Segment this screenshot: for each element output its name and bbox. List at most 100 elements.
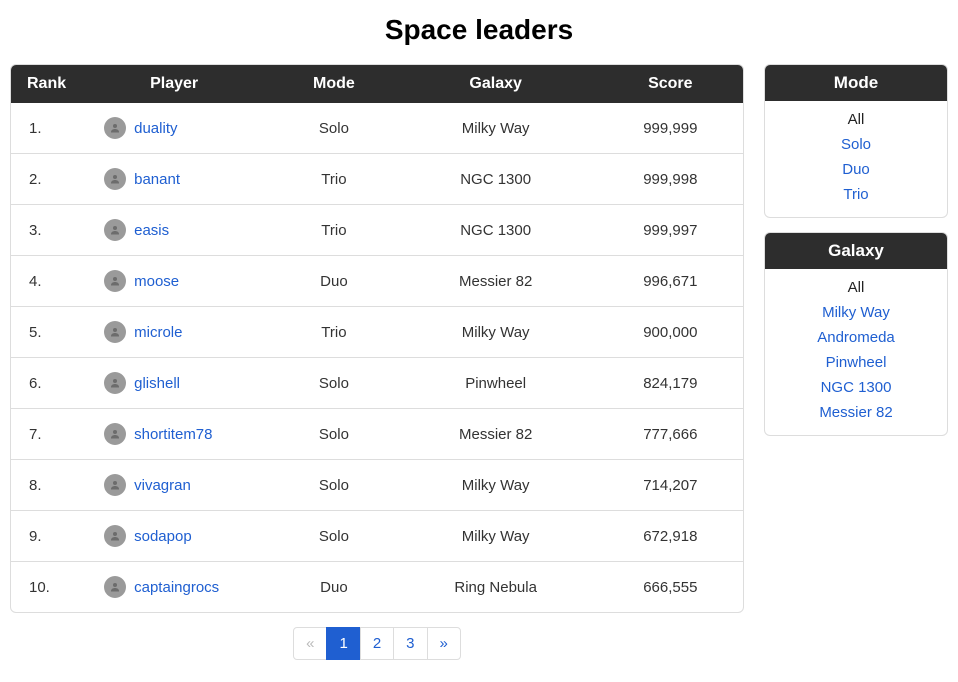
table-row: 8. vivagran SoloMilky Way714,207 xyxy=(11,460,743,511)
rank-cell: 5. xyxy=(11,307,74,358)
score-cell: 900,000 xyxy=(598,307,743,358)
player-link[interactable]: banant xyxy=(134,171,180,188)
rank-cell: 3. xyxy=(11,205,74,256)
rank-cell: 8. xyxy=(11,460,74,511)
galaxy-cell: Messier 82 xyxy=(394,409,598,460)
col-player: Player xyxy=(74,65,274,103)
avatar-icon xyxy=(104,423,126,445)
filter-galaxy-item[interactable]: Messier 82 xyxy=(765,400,947,425)
avatar-icon xyxy=(104,372,126,394)
rank-cell: 6. xyxy=(11,358,74,409)
player-cell: microle xyxy=(74,307,274,358)
player-cell: moose xyxy=(74,256,274,307)
avatar-icon xyxy=(104,117,126,139)
player-link[interactable]: vivagran xyxy=(134,477,191,494)
filter-mode-item[interactable]: All xyxy=(765,107,947,132)
avatar-icon xyxy=(104,321,126,343)
col-rank: Rank xyxy=(11,65,74,103)
table-row: 4. moose DuoMessier 82996,671 xyxy=(11,256,743,307)
avatar-icon xyxy=(104,219,126,241)
player-cell: easis xyxy=(74,205,274,256)
player-link[interactable]: microle xyxy=(134,324,182,341)
pager-next[interactable]: » xyxy=(427,627,461,660)
col-galaxy: Galaxy xyxy=(394,65,598,103)
pagination: «123» xyxy=(10,627,744,660)
galaxy-cell: NGC 1300 xyxy=(394,154,598,205)
table-row: 1. duality SoloMilky Way999,999 xyxy=(11,103,743,154)
score-cell: 996,671 xyxy=(598,256,743,307)
score-cell: 999,999 xyxy=(598,103,743,154)
score-cell: 714,207 xyxy=(598,460,743,511)
table-row: 9.sodapopSoloMilky Way672,918 xyxy=(11,511,743,562)
rank-cell: 2. xyxy=(11,154,74,205)
galaxy-cell: Milky Way xyxy=(394,460,598,511)
mode-cell: Solo xyxy=(274,460,394,511)
mode-cell: Duo xyxy=(274,562,394,613)
table-row: 5. microle TrioMilky Way900,000 xyxy=(11,307,743,358)
avatar-icon xyxy=(104,576,126,598)
galaxy-cell: Milky Way xyxy=(394,511,598,562)
player-cell: duality xyxy=(74,103,274,154)
player-link[interactable]: shortitem78 xyxy=(134,426,212,443)
mode-cell: Solo xyxy=(274,511,394,562)
galaxy-cell: Milky Way xyxy=(394,307,598,358)
player-cell: captaingrocs xyxy=(74,562,274,613)
table-row: 7.shortitem78SoloMessier 82777,666 xyxy=(11,409,743,460)
pager-prev[interactable]: « xyxy=(293,627,327,660)
player-link[interactable]: easis xyxy=(134,222,169,239)
table-row: 6.glishellSoloPinwheel824,179 xyxy=(11,358,743,409)
mode-cell: Solo xyxy=(274,103,394,154)
filter-mode-item[interactable]: Solo xyxy=(765,132,947,157)
pager-page[interactable]: 3 xyxy=(393,627,427,660)
score-cell: 666,555 xyxy=(598,562,743,613)
mode-cell: Trio xyxy=(274,205,394,256)
score-cell: 777,666 xyxy=(598,409,743,460)
pager-page[interactable]: 1 xyxy=(326,627,360,660)
avatar-icon xyxy=(104,168,126,190)
page-title: Space leaders xyxy=(10,14,948,46)
player-link[interactable]: captaingrocs xyxy=(134,579,219,596)
filter-galaxy-item[interactable]: Pinwheel xyxy=(765,350,947,375)
filter-galaxy-item[interactable]: All xyxy=(765,275,947,300)
rank-cell: 1. xyxy=(11,103,74,154)
table-row: 10. captaingrocs DuoRing Nebula666,555 xyxy=(11,562,743,613)
avatar-icon xyxy=(104,474,126,496)
score-cell: 824,179 xyxy=(598,358,743,409)
filter-mode-title: Mode xyxy=(765,65,947,101)
galaxy-cell: Milky Way xyxy=(394,103,598,154)
filter-mode-item[interactable]: Trio xyxy=(765,182,947,207)
filter-galaxy-title: Galaxy xyxy=(765,233,947,269)
mode-cell: Duo xyxy=(274,256,394,307)
score-cell: 672,918 xyxy=(598,511,743,562)
filter-galaxy-item[interactable]: Milky Way xyxy=(765,300,947,325)
pager-page[interactable]: 2 xyxy=(360,627,394,660)
player-link[interactable]: duality xyxy=(134,120,177,137)
table-row: 2.banantTrioNGC 1300999,998 xyxy=(11,154,743,205)
player-cell: shortitem78 xyxy=(74,409,274,460)
player-link[interactable]: glishell xyxy=(134,375,180,392)
filter-galaxy-item[interactable]: Andromeda xyxy=(765,325,947,350)
filter-galaxy-panel: Galaxy AllMilky WayAndromedaPinwheelNGC … xyxy=(764,232,948,436)
galaxy-cell: Pinwheel xyxy=(394,358,598,409)
score-cell: 999,998 xyxy=(598,154,743,205)
player-cell: banant xyxy=(74,154,274,205)
col-mode: Mode xyxy=(274,65,394,103)
rank-cell: 4. xyxy=(11,256,74,307)
score-cell: 999,997 xyxy=(598,205,743,256)
leaderboard-panel: Rank Player Mode Galaxy Score 1. duality S… xyxy=(10,64,744,613)
col-score: Score xyxy=(598,65,743,103)
player-link[interactable]: moose xyxy=(134,273,179,290)
player-cell: sodapop xyxy=(74,511,274,562)
filter-mode-item[interactable]: Duo xyxy=(765,157,947,182)
player-cell: vivagran xyxy=(74,460,274,511)
galaxy-cell: Ring Nebula xyxy=(394,562,598,613)
player-cell: glishell xyxy=(74,358,274,409)
filter-galaxy-item[interactable]: NGC 1300 xyxy=(765,375,947,400)
mode-cell: Trio xyxy=(274,307,394,358)
galaxy-cell: Messier 82 xyxy=(394,256,598,307)
player-link[interactable]: sodapop xyxy=(134,528,192,545)
rank-cell: 10. xyxy=(11,562,74,613)
leaderboard-table: Rank Player Mode Galaxy Score 1. duality S… xyxy=(11,65,743,612)
mode-cell: Solo xyxy=(274,409,394,460)
avatar-icon xyxy=(104,270,126,292)
